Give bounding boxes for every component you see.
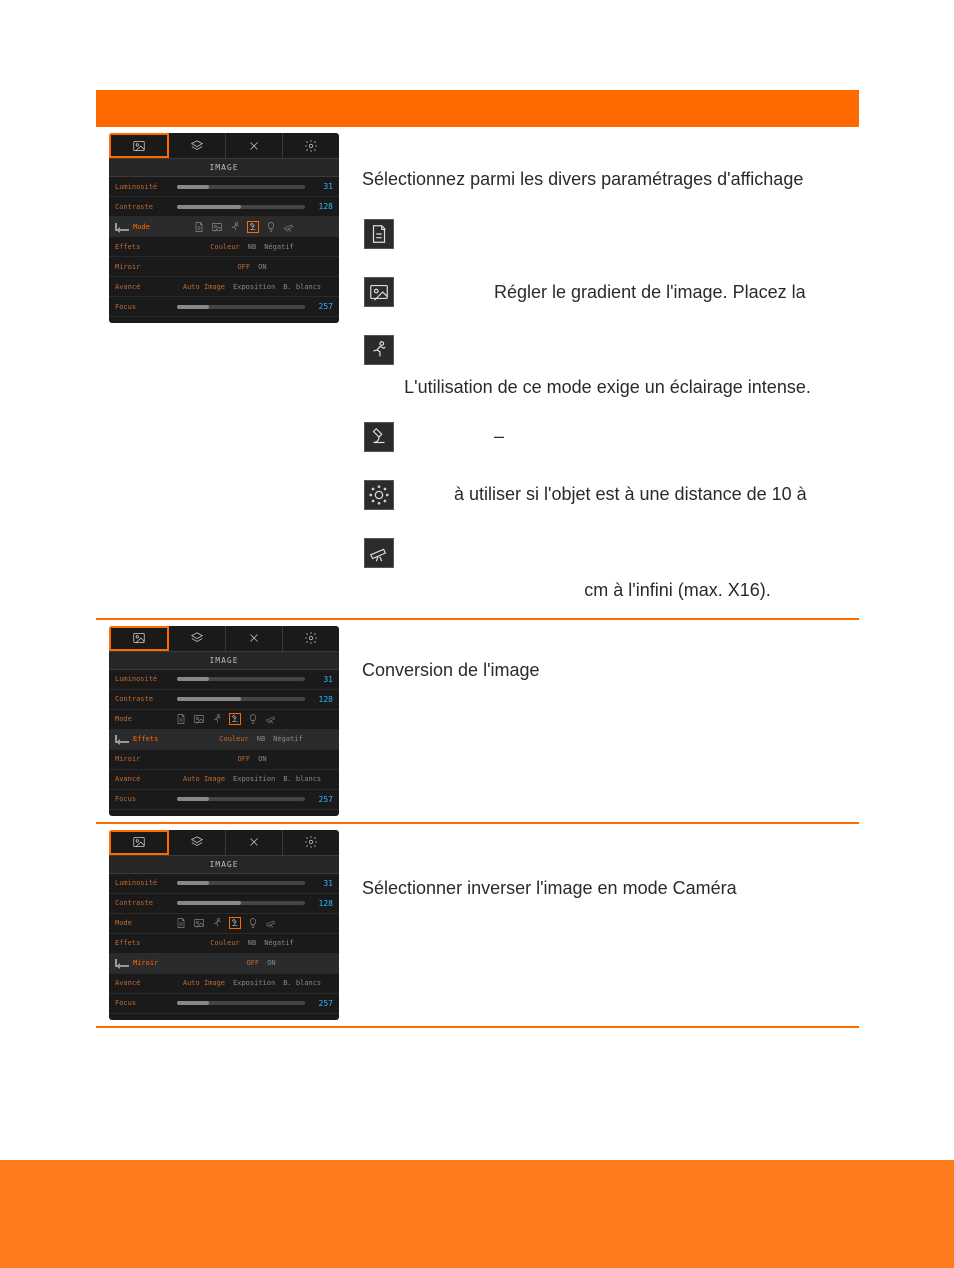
osd-title: IMAGE — [109, 856, 339, 874]
mode-item-micro-text: – — [404, 424, 853, 448]
osd-panel-mode: IMAGE Luminosité 31 Contraste 128 Mode — [109, 133, 339, 323]
mode-telescope-icon[interactable] — [283, 221, 295, 233]
osd-title: IMAGE — [109, 652, 339, 670]
osd-row-focus[interactable]: Focus 257 — [109, 297, 339, 317]
osd-row-mode[interactable]: Mode — [109, 217, 339, 237]
osd-tab-image[interactable] — [109, 626, 169, 651]
gear-dots-icon — [364, 480, 394, 510]
osd-tab-settings[interactable] — [283, 133, 339, 158]
osd-row-effets[interactable]: Effets CouleurNBNégatif — [109, 730, 339, 750]
photo-icon — [364, 277, 394, 307]
mode-bulb-icon[interactable] — [265, 221, 277, 233]
footer-band — [0, 1160, 954, 1268]
mode-photo-icon[interactable] — [211, 221, 223, 233]
osd-row-miroir[interactable]: Miroir OFF ON — [109, 257, 339, 277]
section-miroir: IMAGE Luminosité31 Contraste128 Mode Eff… — [96, 824, 859, 1028]
mode-runner-icon[interactable] — [229, 221, 241, 233]
enter-icon — [115, 223, 129, 231]
osd-row-avance[interactable]: Avancé Auto Image Exposition B. blancs — [109, 277, 339, 297]
section-mode: IMAGE Luminosité 31 Contraste 128 Mode — [96, 127, 859, 620]
mode-item-tele-text: cm à l'infini (max. X16). — [444, 578, 771, 602]
osd-tab-settings[interactable] — [283, 626, 339, 651]
osd-row-luminosite[interactable]: Luminosité 31 — [109, 177, 339, 197]
header-band — [96, 90, 859, 127]
section-effets: IMAGE Luminosité31 Contraste128 Mode Eff… — [96, 620, 859, 824]
osd-tab-image[interactable] — [109, 830, 169, 855]
osd-row-contraste[interactable]: Contraste 128 — [109, 197, 339, 217]
mode-doc-icon[interactable] — [193, 221, 205, 233]
osd-tab-tools[interactable] — [226, 830, 283, 855]
enter-icon — [115, 735, 129, 743]
osd-tab-tools[interactable] — [226, 133, 283, 158]
mode-item-photo-text: Régler le gradient de l'image. Placez la — [404, 280, 853, 304]
osd-tab-settings[interactable] — [283, 830, 339, 855]
effets-lead-text: Conversion de l'image — [362, 658, 853, 682]
osd-panel-miroir: IMAGE Luminosité31 Contraste128 Mode Eff… — [109, 830, 339, 1020]
enter-icon — [115, 959, 129, 967]
mode-item-macro-text: à utiliser si l'objet est à une distance… — [404, 482, 853, 506]
mode-microscope-icon[interactable] — [247, 221, 259, 233]
doc-icon — [364, 219, 394, 249]
mode-item-runner-text: L'utilisation de ce mode exige un éclair… — [404, 375, 811, 399]
osd-row-effets[interactable]: Effets Couleur NB Négatif — [109, 237, 339, 257]
microscope-icon — [364, 422, 394, 452]
miroir-lead-text: Sélectionner inverser l'image en mode Ca… — [362, 876, 853, 900]
osd-row-miroir[interactable]: Miroir OFFON — [109, 954, 339, 974]
mode-lead-text: Sélectionnez parmi les divers paramétrag… — [362, 167, 853, 191]
osd-tab-tools[interactable] — [226, 626, 283, 651]
osd-panel-effets: IMAGE Luminosité31 Contraste128 Mode Eff… — [109, 626, 339, 816]
osd-tab-layers[interactable] — [169, 626, 226, 651]
osd-tab-layers[interactable] — [169, 830, 226, 855]
runner-icon — [364, 335, 394, 365]
osd-tab-layers[interactable] — [169, 133, 226, 158]
osd-tab-image[interactable] — [109, 133, 169, 158]
osd-title: IMAGE — [109, 159, 339, 177]
telescope-icon — [364, 538, 394, 568]
